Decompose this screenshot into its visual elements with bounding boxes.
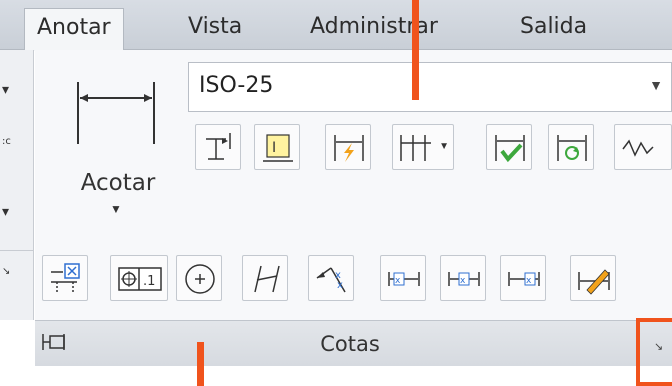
continue-dimension-button[interactable]: ▼ bbox=[392, 124, 454, 170]
annotation-highlight-box bbox=[636, 318, 672, 386]
text-center-button[interactable]: x bbox=[440, 255, 486, 301]
datum-icon: .1 bbox=[118, 267, 162, 291]
chevron-down-icon[interactable]: ▼ bbox=[439, 141, 449, 152]
update-button[interactable] bbox=[548, 124, 594, 170]
inspect-icon bbox=[495, 135, 525, 163]
oblique-text-icon: I bbox=[263, 134, 293, 162]
oblique-button[interactable] bbox=[242, 255, 288, 301]
annotation-marker-bottom bbox=[197, 342, 204, 386]
annotation-marker-top bbox=[412, 0, 419, 100]
chevron-down-icon: ▼ bbox=[649, 77, 663, 93]
tolerance-icon bbox=[51, 263, 80, 294]
continue-dimension-icon bbox=[400, 135, 431, 161]
dimension-style-value: ISO-25 bbox=[199, 73, 274, 98]
dimension-button[interactable]: Acotar ▼ bbox=[58, 60, 176, 220]
svg-text:.1: .1 bbox=[143, 274, 155, 289]
oblique-text-button[interactable]: I bbox=[254, 124, 300, 170]
text-center-icon: x bbox=[448, 272, 480, 286]
jogged-icon: x x bbox=[316, 267, 346, 293]
baseline-icon bbox=[206, 133, 231, 160]
dropdown-arrow-icon[interactable]: ▾ bbox=[2, 204, 9, 220]
svg-text:x: x bbox=[460, 276, 466, 286]
pin-icon[interactable] bbox=[40, 330, 70, 354]
break-button[interactable] bbox=[325, 124, 371, 170]
page-background bbox=[0, 366, 672, 386]
svg-text:x: x bbox=[395, 276, 401, 286]
tolerance-button[interactable] bbox=[42, 255, 88, 301]
tab-administrar[interactable]: Administrar bbox=[298, 8, 450, 50]
oblique-icon bbox=[254, 265, 280, 293]
chevron-down-icon: ▼ bbox=[110, 202, 122, 216]
style-icon[interactable]: :c bbox=[2, 136, 11, 147]
edit-text-icon bbox=[578, 269, 610, 295]
dropdown-arrow-icon[interactable]: ▾ bbox=[2, 82, 9, 98]
text-left-button[interactable]: x bbox=[380, 255, 426, 301]
tab-salida[interactable]: Salida bbox=[508, 8, 599, 50]
panel-title: Cotas bbox=[320, 332, 380, 356]
dimension-style-dropdown[interactable]: ISO-25 ▼ bbox=[188, 62, 672, 112]
text-left-icon: x bbox=[388, 272, 420, 286]
jogged-linear-button[interactable] bbox=[614, 124, 672, 170]
break-icon bbox=[334, 135, 364, 162]
baseline-button[interactable] bbox=[195, 124, 241, 170]
center-mark-icon bbox=[185, 264, 215, 294]
inspect-button[interactable] bbox=[486, 124, 532, 170]
text-right-icon: x bbox=[508, 272, 540, 286]
tab-vista[interactable]: Vista bbox=[176, 8, 254, 50]
svg-text:x: x bbox=[526, 276, 532, 286]
center-mark-button[interactable] bbox=[176, 255, 222, 301]
text-right-button[interactable]: x bbox=[500, 255, 546, 301]
edit-text-button[interactable] bbox=[570, 255, 616, 301]
jogged-linear-icon bbox=[622, 139, 654, 157]
previous-panel-clipped: ▾ :c ▾ ↘ bbox=[0, 50, 34, 320]
ribbon-tab-bar: Anotar Vista Administrar Salida bbox=[0, 0, 672, 51]
datum-button[interactable]: .1 bbox=[110, 255, 168, 301]
svg-text:I: I bbox=[272, 140, 276, 156]
panel-launcher-icon[interactable]: ↘ bbox=[2, 266, 10, 277]
tab-anotar[interactable]: Anotar bbox=[24, 8, 124, 51]
linear-dimension-icon bbox=[77, 82, 155, 144]
update-icon bbox=[557, 135, 587, 161]
clipped-panel-footer bbox=[0, 320, 35, 366]
divider bbox=[0, 250, 34, 251]
jogged-button[interactable]: x x bbox=[308, 255, 354, 301]
dimension-button-label: Acotar bbox=[80, 170, 156, 196]
svg-text:x: x bbox=[337, 280, 343, 291]
